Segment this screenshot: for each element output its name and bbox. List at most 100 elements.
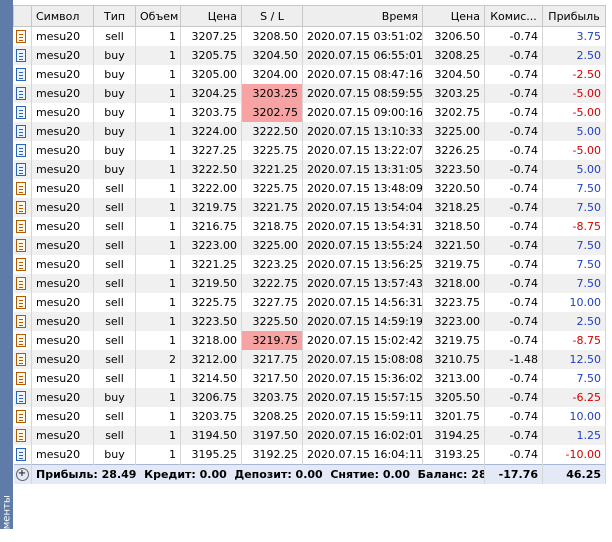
cell-volume: 1 — [135, 103, 181, 122]
cell-type: sell — [93, 198, 136, 217]
cell-type: sell — [93, 179, 136, 198]
order-icon-cell — [13, 445, 32, 465]
order-icon-cell — [13, 84, 32, 103]
cell-type: buy — [93, 141, 136, 160]
cell-time: 2020.07.15 13:57:43 — [302, 274, 423, 293]
header-profit[interactable]: Прибыль — [542, 5, 606, 27]
cell-time: 2020.07.15 14:59:19 — [302, 312, 423, 331]
cell-commission: -0.74 — [484, 274, 543, 293]
order-document-icon — [15, 372, 26, 386]
cell-time: 2020.07.15 08:59:55 — [302, 84, 423, 103]
cell-price: 3219.75 — [180, 198, 242, 217]
cell-close-price: 3205.50 — [422, 388, 485, 407]
cell-symbol: mesu20 — [31, 293, 94, 312]
expand-plus-icon[interactable]: + — [15, 468, 29, 482]
cell-sl: 3222.75 — [241, 274, 303, 293]
cell-commission: -0.74 — [484, 407, 543, 426]
header-icon-col[interactable] — [13, 5, 32, 27]
table-row[interactable]: mesu20 sell 1 3219.75 3221.75 2020.07.15 13:5… — [13, 198, 606, 217]
header-type[interactable]: Тип — [93, 5, 136, 27]
cell-sl: 3221.25 — [241, 160, 303, 179]
cell-profit: 7.50 — [542, 198, 606, 217]
cell-close-price: 3210.75 — [422, 350, 485, 369]
table-row[interactable]: mesu20 buy 1 3205.75 3204.50 2020.07.15 06:55… — [13, 46, 606, 65]
cell-close-price: 3221.50 — [422, 236, 485, 255]
cell-close-price: 3206.50 — [422, 26, 485, 46]
order-document-icon — [15, 315, 26, 329]
table-row[interactable]: mesu20 sell 1 3194.50 3197.50 2020.07.15 16:0… — [13, 426, 606, 445]
summary-expand-cell[interactable]: + — [13, 464, 32, 484]
table-row[interactable]: mesu20 sell 1 3225.75 3227.75 2020.07.15 14:5… — [13, 293, 606, 312]
table-row[interactable]: mesu20 sell 1 3222.00 3225.75 2020.07.15 13:4… — [13, 179, 606, 198]
table-row[interactable]: mesu20 sell 2 3212.00 3217.75 2020.07.15 15:0… — [13, 350, 606, 369]
table-row[interactable]: mesu20 buy 1 3227.25 3225.75 2020.07.15 13:22… — [13, 141, 606, 160]
order-icon-cell — [13, 65, 32, 84]
cell-type: sell — [93, 312, 136, 331]
cell-sl: 3197.50 — [241, 426, 303, 445]
cell-profit: 7.50 — [542, 236, 606, 255]
cell-commission: -0.74 — [484, 26, 543, 46]
cell-price: 3204.25 — [180, 84, 242, 103]
table-row[interactable]: mesu20 sell 1 3216.75 3218.75 2020.07.15 13:5… — [13, 217, 606, 236]
cell-close-price: 3218.00 — [422, 274, 485, 293]
order-icon-cell — [13, 179, 32, 198]
cell-close-price: 3218.50 — [422, 217, 485, 236]
cell-time: 2020.07.15 13:54:04 — [302, 198, 423, 217]
order-document-icon — [15, 201, 26, 215]
cell-price: 3222.50 — [180, 160, 242, 179]
cell-type: buy — [93, 103, 136, 122]
cell-price: 3206.75 — [180, 388, 242, 407]
order-icon-cell — [13, 369, 32, 388]
order-document-icon — [15, 125, 26, 139]
cell-commission: -0.74 — [484, 198, 543, 217]
cell-symbol: mesu20 — [31, 255, 94, 274]
table-row[interactable]: mesu20 buy 1 3195.25 3192.25 2020.07.15 16:04… — [13, 445, 606, 465]
table-row[interactable]: mesu20 sell 1 3214.50 3217.50 2020.07.15 15:3… — [13, 369, 606, 388]
cell-symbol: mesu20 — [31, 217, 94, 236]
cell-profit: 10.00 — [542, 407, 606, 426]
cell-commission: -0.74 — [484, 255, 543, 274]
table-row[interactable]: mesu20 sell 1 3221.25 3223.25 2020.07.15 13:5… — [13, 255, 606, 274]
table-row[interactable]: mesu20 buy 1 3203.75 3202.75 2020.07.15 09:00… — [13, 103, 606, 122]
header-price[interactable]: Цена — [180, 5, 242, 27]
summary-profit: 46.25 — [542, 464, 606, 484]
table-row[interactable]: mesu20 buy 1 3205.00 3204.00 2020.07.15 08:47… — [13, 65, 606, 84]
table-row[interactable]: mesu20 sell 1 3219.50 3222.75 2020.07.15 13:5… — [13, 274, 606, 293]
header-time[interactable]: Время — [302, 5, 423, 27]
cell-commission: -0.74 — [484, 236, 543, 255]
cell-volume: 1 — [135, 46, 181, 65]
toolbox-sidebar-tab[interactable]: рументы — [0, 0, 13, 542]
cell-profit: 7.50 — [542, 179, 606, 198]
cell-commission: -0.74 — [484, 84, 543, 103]
table-row[interactable]: mesu20 buy 1 3222.50 3221.25 2020.07.15 13:31… — [13, 160, 606, 179]
order-document-icon — [15, 429, 26, 443]
header-sl[interactable]: S / L — [241, 5, 303, 27]
header-commission[interactable]: Комис... — [484, 5, 543, 27]
order-icon-cell — [13, 160, 32, 179]
table-row[interactable]: mesu20 sell 1 3203.75 3208.25 2020.07.15 15:5… — [13, 407, 606, 426]
cell-price: 3223.50 — [180, 312, 242, 331]
trade-history-table: Символ Тип Объем Цена S / L Время Цена К… — [13, 5, 606, 484]
cell-price: 3225.75 — [180, 293, 242, 312]
cell-symbol: mesu20 — [31, 122, 94, 141]
table-row[interactable]: mesu20 buy 1 3224.00 3222.50 2020.07.15 13:10… — [13, 122, 606, 141]
cell-price: 3224.00 — [180, 122, 242, 141]
table-row[interactable]: mesu20 buy 1 3206.75 3203.75 2020.07.15 15:57… — [13, 388, 606, 407]
cell-time: 2020.07.15 09:00:16 — [302, 103, 423, 122]
header-symbol[interactable]: Символ — [31, 5, 94, 27]
cell-profit: 3.75 — [542, 26, 606, 46]
table-row[interactable]: mesu20 sell 1 3218.00 3219.75 2020.07.15 15:0… — [13, 331, 606, 350]
cell-volume: 1 — [135, 65, 181, 84]
cell-commission: -0.74 — [484, 160, 543, 179]
header-volume[interactable]: Объем — [135, 5, 181, 27]
table-row[interactable]: mesu20 sell 1 3207.25 3208.50 2020.07.15 03:5… — [13, 26, 606, 46]
table-row[interactable]: mesu20 sell 1 3223.00 3225.00 2020.07.15 13:5… — [13, 236, 606, 255]
header-close-price[interactable]: Цена — [422, 5, 485, 27]
cell-time: 2020.07.15 13:55:24 — [302, 236, 423, 255]
table-row[interactable]: mesu20 sell 1 3223.50 3225.50 2020.07.15 14:5… — [13, 312, 606, 331]
cell-sl: 3208.50 — [241, 26, 303, 46]
cell-profit: -8.75 — [542, 217, 606, 236]
cell-time: 2020.07.15 15:36:02 — [302, 369, 423, 388]
cell-type: sell — [93, 274, 136, 293]
table-row[interactable]: mesu20 buy 1 3204.25 3203.25 2020.07.15 08:59… — [13, 84, 606, 103]
